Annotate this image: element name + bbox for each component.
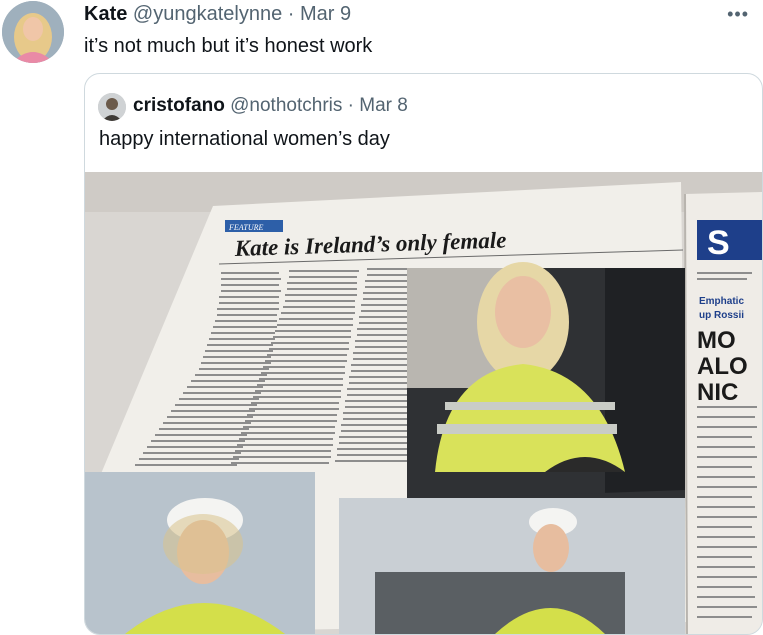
quoted-tweet-text: happy international women’s day <box>99 128 390 150</box>
quoted-author-name[interactable]: cristofano <box>133 95 225 116</box>
quoted-author-avatar[interactable] <box>98 93 126 121</box>
side-page-line-3: MO <box>697 327 736 354</box>
author-handle[interactable]: @yungkatelynne <box>133 3 282 25</box>
side-page-line-1: Emphatic <box>699 296 744 307</box>
newspaper-photo[interactable]: FEATURE Kate is Ireland’s only female S … <box>85 172 762 634</box>
quoted-avatar-image <box>98 93 126 121</box>
tweet-text: it’s not much but it’s honest work <box>84 35 373 57</box>
side-page-line-4: ALO <box>697 353 748 380</box>
tweet-header: Kate @yungkatelynne · Mar 9 <box>84 2 351 26</box>
side-page-line-5: NIC <box>697 379 738 406</box>
quoted-date[interactable]: Mar 8 <box>359 95 408 116</box>
quoted-separator: · <box>347 95 354 116</box>
author-avatar[interactable] <box>2 1 64 63</box>
quoted-header: cristofano @nothotchris · Mar 8 <box>133 94 408 118</box>
newspaper-photo-image: FEATURE Kate is Ireland’s only female S … <box>85 172 762 634</box>
tweet-date[interactable]: Mar 9 <box>300 3 351 25</box>
side-page-line-2: up Rossii <box>699 310 744 321</box>
author-name[interactable]: Kate <box>84 3 127 25</box>
quoted-tweet[interactable]: cristofano @nothotchris · Mar 8 happy in… <box>84 73 763 635</box>
header-separator: · <box>287 3 295 25</box>
side-page-masthead-letters: S <box>707 224 730 262</box>
section-tag-label: FEATURE <box>228 223 263 232</box>
author-avatar-image <box>2 1 64 63</box>
quoted-author-handle[interactable]: @nothotchris <box>230 95 342 116</box>
more-dots-icon[interactable]: ••• <box>727 4 749 25</box>
